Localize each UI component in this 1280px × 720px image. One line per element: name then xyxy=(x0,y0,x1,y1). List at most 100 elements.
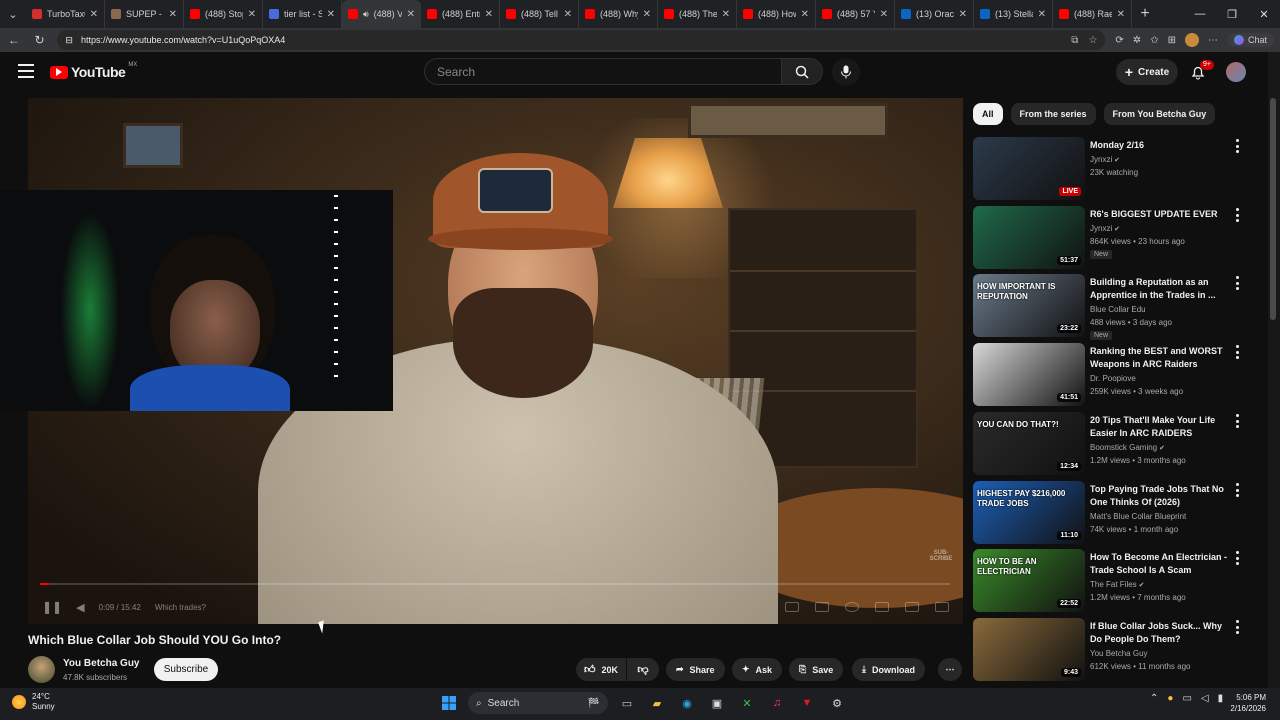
tab-close-icon[interactable]: ✕ xyxy=(959,9,967,20)
more-vert-icon[interactable] xyxy=(1232,208,1242,222)
video-thumbnail[interactable]: 41:51 xyxy=(973,343,1085,406)
recommended-channel[interactable]: Dr. Poopiove xyxy=(1090,372,1136,385)
red-app-icon[interactable]: ▼ xyxy=(796,692,818,714)
site-info-icon[interactable]: ⊟ xyxy=(65,35,73,46)
tab-list-button[interactable]: ⌄ xyxy=(0,0,26,28)
more-vert-icon[interactable] xyxy=(1232,276,1242,290)
video-thumbnail[interactable]: LIVE xyxy=(973,137,1085,200)
battery-icon[interactable]: ▮ xyxy=(1218,693,1224,704)
recommended-channel[interactable]: Boomstick Gaming ✔ xyxy=(1090,441,1165,455)
browser-tab[interactable]: (488) Why ✕ xyxy=(579,0,658,28)
audio-playing-icon[interactable]: 🔊︎ xyxy=(363,9,369,20)
filter-chip[interactable]: From You Betcha Guy xyxy=(1103,103,1216,125)
recommended-title[interactable]: How To Become An Electrician - Trade Sch… xyxy=(1090,551,1228,577)
miniplayer-icon[interactable] xyxy=(875,602,889,612)
video-thumbnail[interactable]: YOU CAN DO THAT?! 12:34 xyxy=(973,412,1085,475)
minimize-icon[interactable]: — xyxy=(1184,0,1216,28)
chat-button[interactable]: Chat xyxy=(1226,33,1274,47)
download-button[interactable]: ⤓ Download xyxy=(852,658,925,681)
weather-widget[interactable]: 24°C Sunny xyxy=(12,692,55,712)
xbox-icon[interactable]: ✕ xyxy=(736,692,758,714)
tab-close-icon[interactable]: ✕ xyxy=(407,9,415,20)
autoplay-icon[interactable] xyxy=(785,602,799,612)
browser-tab[interactable]: (13) Oracle ✕ xyxy=(895,0,974,28)
browser-tab[interactable]: (488) Stop ✕ xyxy=(184,0,263,28)
browser-tab[interactable]: SUPEP - Ing ✕ xyxy=(105,0,184,28)
account-avatar[interactable] xyxy=(1226,62,1246,82)
mic-tray-icon[interactable]: ● xyxy=(1167,693,1173,704)
search-button[interactable] xyxy=(781,58,823,85)
browser-tab[interactable]: (488) How ✕ xyxy=(737,0,816,28)
dislike-button[interactable]: 👎︎ xyxy=(627,658,659,681)
recommended-channel[interactable]: The Fat Files ✔ xyxy=(1090,578,1145,592)
recommended-title[interactable]: 20 Tips That'll Make Your Life Easier In… xyxy=(1090,414,1228,440)
browser-tab[interactable]: (488) 57 Ye ✕ xyxy=(816,0,895,28)
recommended-channel[interactable]: Jynxzi ✔ xyxy=(1090,222,1120,236)
reload-icon[interactable]: ↻ xyxy=(32,32,48,48)
recommended-video[interactable]: HIGHEST PAY $216,000 TRADE JOBS 11:10 Top … xyxy=(973,481,1263,545)
tab-close-icon[interactable]: ✕ xyxy=(722,9,730,20)
extensions-icon[interactable]: ✲ xyxy=(1133,35,1141,46)
more-vert-icon[interactable] xyxy=(1232,345,1242,359)
url-field[interactable]: ⊟ https://www.youtube.com/watch?v=U1uQoP… xyxy=(57,30,1106,50)
youtube-logo[interactable]: YouTube MX xyxy=(50,62,137,80)
video-thumbnail[interactable]: 9:43 xyxy=(973,618,1085,681)
back-icon[interactable]: ← xyxy=(6,32,22,48)
collections-icon[interactable]: ⊞ xyxy=(1168,35,1176,46)
more-actions-button[interactable]: ⋯ xyxy=(938,658,962,681)
recommended-title[interactable]: If Blue Collar Jobs Suck... Why Do Peopl… xyxy=(1090,620,1228,646)
tab-close-icon[interactable]: ✕ xyxy=(1117,9,1125,20)
recommended-channel[interactable]: You Betcha Guy xyxy=(1090,647,1148,660)
tray-overflow-icon[interactable]: ⌃ xyxy=(1150,693,1158,704)
channel-avatar[interactable] xyxy=(28,656,55,683)
settings-gear-icon[interactable] xyxy=(845,602,859,612)
install-app-icon[interactable]: ⧉ xyxy=(1071,35,1078,46)
task-view-icon[interactable]: ▭ xyxy=(616,692,638,714)
file-explorer-icon[interactable]: ▰ xyxy=(646,692,668,714)
subscribe-button[interactable]: Subscribe xyxy=(154,658,218,681)
ask-button[interactable]: ✦ Ask xyxy=(732,658,783,681)
recommended-video[interactable]: HOW TO BE AN ELECTRICIAN 22:52 How To Beco… xyxy=(973,549,1263,613)
pause-icon[interactable]: ❚❚ xyxy=(42,600,62,614)
favorites-icon[interactable]: ✩ xyxy=(1150,35,1158,46)
video-thumbnail[interactable]: HOW TO BE AN ELECTRICIAN 22:52 xyxy=(973,549,1085,612)
network-icon[interactable]: ▭ xyxy=(1182,693,1191,704)
browser-tab[interactable]: (13) Stellan ✕ xyxy=(974,0,1053,28)
taskbar-clock[interactable]: 5:06 PM 2/16/2026 xyxy=(1226,692,1266,714)
more-vert-icon[interactable] xyxy=(1232,551,1242,565)
taskbar-search[interactable]: ⌕ Search 🏁︎ xyxy=(468,692,608,714)
video-thumbnail[interactable]: HIGHEST PAY $216,000 TRADE JOBS 11:10 xyxy=(973,481,1085,544)
browser-tab[interactable]: (488) Entry ✕ xyxy=(421,0,500,28)
recommended-video[interactable]: HOW IMPORTANT IS REPUTATION 23:22 Building… xyxy=(973,274,1263,340)
save-button[interactable]: ⎘ Save xyxy=(789,658,844,681)
recommended-channel[interactable]: Jynxzi ✔ xyxy=(1090,153,1120,167)
recommended-channel[interactable]: Blue Collar Edu xyxy=(1090,303,1146,316)
refresh-ext-icon[interactable]: ⟳ xyxy=(1115,35,1123,46)
browser-tab[interactable]: tier list - Se ✕ xyxy=(263,0,342,28)
cast-icon[interactable] xyxy=(905,602,919,612)
browser-tab[interactable]: (488) Rae S ✕ xyxy=(1053,0,1132,28)
search-input[interactable]: Search xyxy=(424,58,781,85)
share-button[interactable]: ➦ Share xyxy=(666,658,725,681)
bookmark-star-icon[interactable]: ☆ xyxy=(1088,35,1097,46)
more-menu-icon[interactable]: ⋯ xyxy=(1208,35,1218,46)
browser-tab[interactable]: (488) Tell M ✕ xyxy=(500,0,579,28)
browser-tab[interactable]: 🔊︎ (488) V ✕ xyxy=(342,0,421,28)
tab-close-icon[interactable]: ✕ xyxy=(327,9,335,20)
more-vert-icon[interactable] xyxy=(1232,139,1242,153)
tab-close-icon[interactable]: ✕ xyxy=(248,9,256,20)
tab-close-icon[interactable]: ✕ xyxy=(643,9,651,20)
recommended-title[interactable]: Top Paying Trade Jobs That No One Thinks… xyxy=(1090,483,1228,509)
video-thumbnail[interactable]: HOW IMPORTANT IS REPUTATION 23:22 xyxy=(973,274,1085,337)
recommended-title[interactable]: Ranking the BEST and WORST Weapons in AR… xyxy=(1090,345,1228,371)
scrollbar-thumb[interactable] xyxy=(1270,98,1276,320)
tab-close-icon[interactable]: ✕ xyxy=(801,9,809,20)
channel-name[interactable]: You Betcha Guy xyxy=(63,658,140,669)
edge-browser-icon[interactable]: ◉ xyxy=(676,692,698,714)
tab-close-icon[interactable]: ✕ xyxy=(485,9,493,20)
chapter-title[interactable]: Which trades? xyxy=(155,603,206,612)
create-button[interactable]: + Create xyxy=(1116,59,1178,85)
recommended-video[interactable]: 51:37 R6's BIGGEST UPDATE EVER Jynxzi ✔ 864… xyxy=(973,206,1263,270)
tab-close-icon[interactable]: ✕ xyxy=(880,9,888,20)
volume-icon[interactable]: ◀ xyxy=(76,601,84,614)
